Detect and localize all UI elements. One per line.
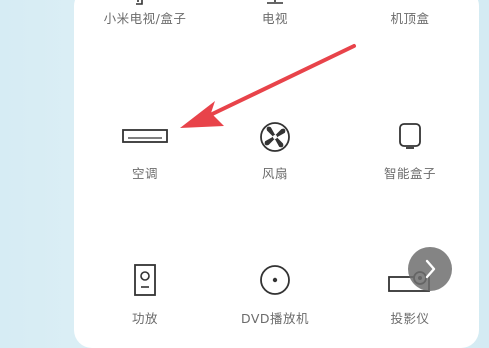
device-label: 投影仪 bbox=[390, 311, 430, 326]
amplifier-icon bbox=[85, 263, 205, 303]
dvd-player-icon bbox=[215, 263, 335, 303]
set-top-box-icon bbox=[350, 0, 470, 6]
chevron-right-icon bbox=[425, 259, 436, 279]
device-smart-box[interactable]: 智能盒子 bbox=[350, 118, 470, 188]
device-label: 功放 bbox=[131, 311, 158, 326]
device-tv[interactable]: 电视 bbox=[215, 0, 335, 64]
device-air-conditioner[interactable]: 空调 bbox=[85, 118, 205, 188]
air-conditioner-icon bbox=[85, 118, 205, 158]
tv-icon bbox=[215, 0, 335, 6]
device-fan[interactable]: 风扇 bbox=[215, 118, 335, 188]
device-label: 空调 bbox=[131, 166, 158, 181]
device-label: DVD播放机 bbox=[240, 311, 310, 326]
device-label: 电视 bbox=[261, 11, 288, 26]
device-label: 风扇 bbox=[261, 166, 288, 181]
device-tv-box[interactable]: 小米电视/盒子 bbox=[85, 0, 205, 64]
device-set-top-box[interactable]: 机顶盒 bbox=[350, 0, 470, 64]
tv-box-icon bbox=[85, 0, 205, 6]
device-label: 智能盒子 bbox=[383, 166, 436, 181]
next-page-button[interactable] bbox=[408, 247, 452, 291]
device-label: 机顶盒 bbox=[390, 11, 430, 26]
fan-icon bbox=[215, 118, 335, 158]
device-label: 小米电视/盒子 bbox=[103, 11, 187, 26]
device-dvd-player[interactable]: DVD播放机 bbox=[215, 258, 335, 328]
device-amplifier[interactable]: 功放 bbox=[85, 258, 205, 328]
smart-box-icon bbox=[350, 118, 470, 158]
